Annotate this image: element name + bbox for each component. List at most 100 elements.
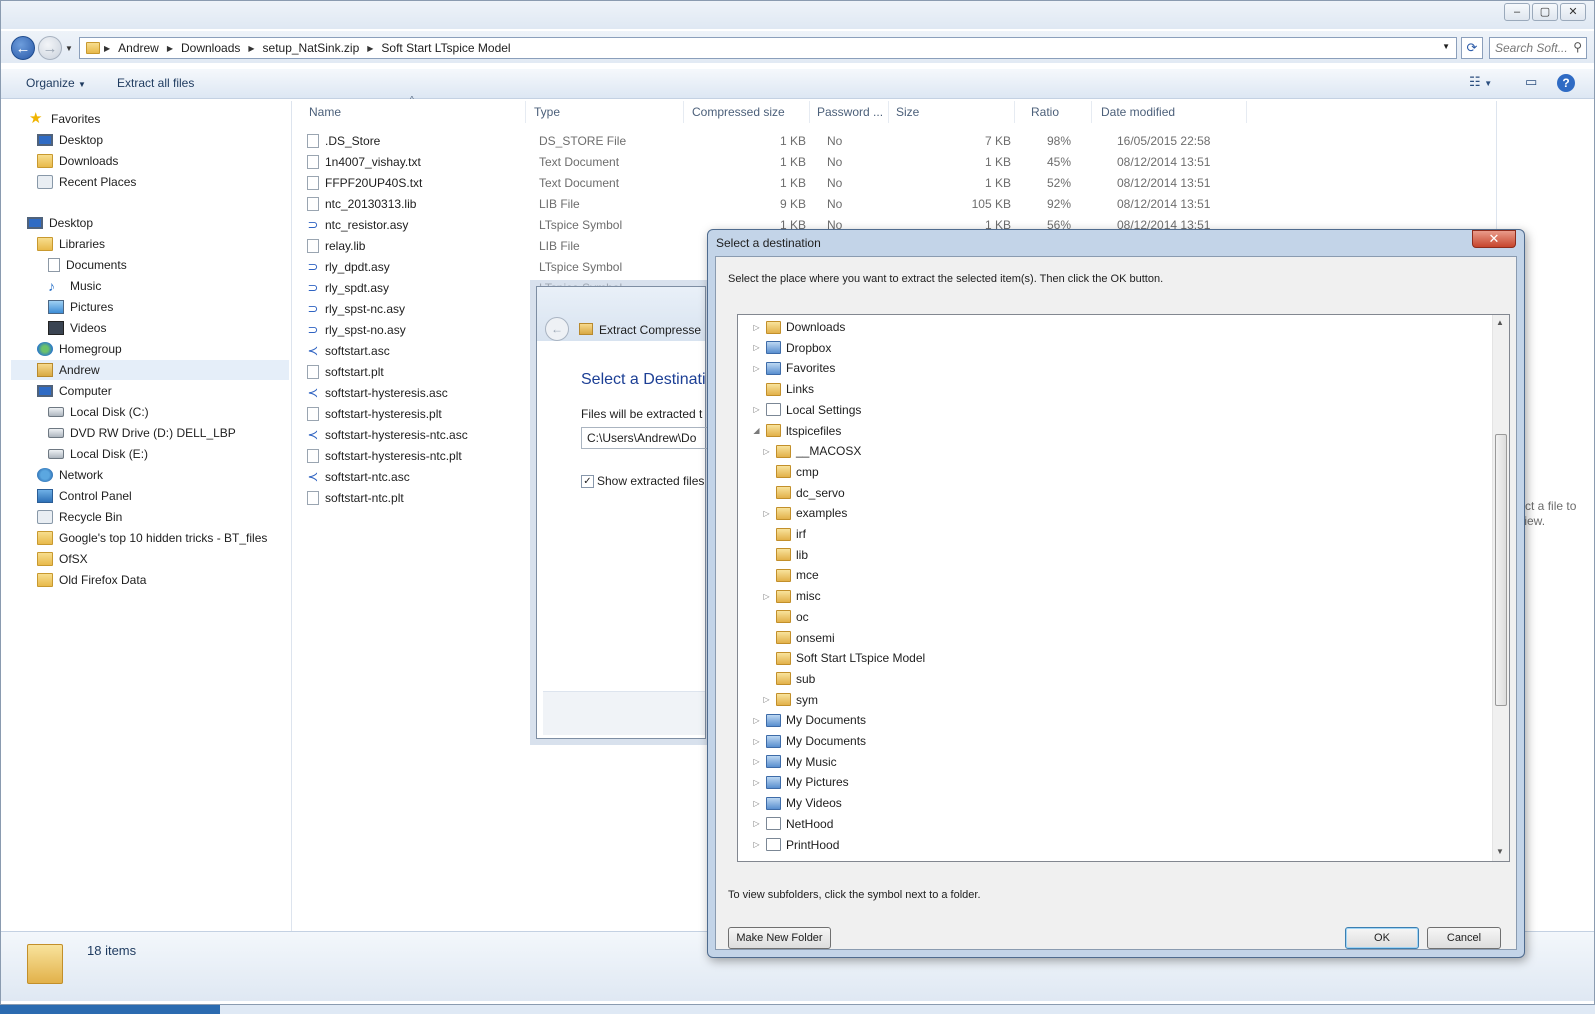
nav-ofsx[interactable]: OfSX (37, 549, 88, 569)
nav-music[interactable]: ♪ Music (48, 276, 101, 296)
column-divider[interactable] (809, 101, 810, 123)
tree-folder[interactable]: ▷ Favorites (752, 358, 835, 378)
breadcrumb-andrew[interactable]: Andrew (114, 41, 163, 55)
file-row[interactable]: .DS_Store DS_STORE File 1 KB No 7 KB 98% 16/05… (301, 131, 1210, 151)
tree-folder[interactable]: lib (762, 545, 808, 565)
nav-favorites[interactable]: ★ Favorites (29, 109, 100, 129)
expand-arrow-icon[interactable]: ▷ (752, 737, 761, 746)
tree-folder[interactable]: irf (762, 524, 806, 544)
breadcrumb-downloads[interactable]: Downloads (177, 41, 244, 55)
expand-arrow-icon[interactable]: ▷ (752, 364, 761, 373)
tree-folder[interactable]: ▷ My Documents (752, 710, 866, 730)
expand-arrow-icon[interactable]: ▷ (752, 343, 761, 352)
file-row[interactable]: ntc_20130313.lib LIB File 9 KB No 105 KB 92% 0… (301, 194, 1210, 214)
file-row[interactable]: 1n4007_vishay.txt Text Document 1 KB No 1 KB… (301, 152, 1210, 172)
column-compressed-size[interactable]: Compressed size (692, 105, 785, 119)
tree-folder[interactable]: ▷ NetHood (752, 814, 833, 834)
back-button[interactable]: ← (11, 36, 35, 60)
nav-videos[interactable]: Videos (48, 318, 106, 338)
chevron-right-icon[interactable]: ▶ (363, 44, 377, 53)
nav-recent-places[interactable]: Recent Places (37, 172, 136, 192)
expand-arrow-icon[interactable]: ▷ (752, 819, 761, 828)
pane-divider[interactable] (291, 101, 292, 931)
scroll-thumb[interactable] (1495, 434, 1507, 706)
scroll-up-icon[interactable]: ▲ (1496, 318, 1504, 327)
nav-network[interactable]: Network (37, 465, 103, 485)
back-button[interactable]: ← (545, 317, 569, 341)
tree-folder[interactable]: cmp (762, 462, 819, 482)
cancel-button[interactable]: Cancel (1427, 927, 1501, 949)
expand-arrow-icon[interactable]: ▷ (762, 509, 771, 518)
nav-local-disk-c[interactable]: Local Disk (C:) (48, 402, 149, 422)
close-button[interactable]: ✕ (1560, 3, 1586, 21)
column-ratio[interactable]: Ratio (1031, 105, 1059, 119)
nav-homegroup[interactable]: Homegroup (37, 339, 122, 359)
ok-button[interactable]: OK (1345, 927, 1419, 949)
preview-pane-icon[interactable]: ▭ (1525, 74, 1537, 90)
nav-pictures[interactable]: Pictures (48, 297, 113, 317)
tree-folder[interactable]: ▷ My Music (752, 752, 836, 772)
tree-folder[interactable]: ▷ __MACOSX (762, 441, 861, 461)
tree-folder[interactable]: ▷ My Pictures (752, 772, 848, 792)
nav-desktop[interactable]: Desktop (27, 213, 93, 233)
nav-local-disk-e[interactable]: Local Disk (E:) (48, 444, 148, 464)
nav-desktop-fav[interactable]: Desktop (37, 130, 103, 150)
tree-folder[interactable]: oc (762, 607, 809, 627)
expand-arrow-icon[interactable]: ▷ (752, 716, 761, 725)
expand-arrow-icon[interactable]: ▷ (762, 447, 771, 456)
tree-folder[interactable]: ▷ sym (762, 690, 818, 710)
organize-button[interactable]: Organize ▼ (26, 76, 86, 90)
expand-arrow-icon[interactable]: ▷ (752, 799, 761, 808)
chevron-right-icon[interactable]: ▶ (163, 44, 177, 53)
minimize-button[interactable]: – (1504, 3, 1530, 21)
address-dropdown-icon[interactable]: ▼ (1442, 42, 1450, 51)
tree-folder[interactable]: Soft Start LTspice Model (762, 648, 925, 668)
expand-arrow-icon[interactable]: ▷ (752, 757, 761, 766)
column-divider[interactable] (1014, 101, 1015, 123)
tree-folder[interactable]: ▷ examples (762, 503, 847, 523)
tree-folder[interactable]: sub (762, 669, 815, 689)
maximize-button[interactable]: ▢ (1532, 3, 1558, 21)
nav-downloads[interactable]: Downloads (37, 151, 118, 171)
file-row[interactable]: FFPF20UP40S.txt Text Document 1 KB No 1 KB 52… (301, 173, 1210, 193)
tree-folder[interactable]: dc_servo (762, 483, 845, 503)
nav-google-tricks[interactable]: Google's top 10 hidden tricks - BT_files (37, 528, 267, 548)
view-options-icon[interactable]: ☷ ▼ (1469, 74, 1492, 90)
search-icon[interactable]: ⚲ (1573, 40, 1582, 54)
expand-arrow-icon[interactable]: ▷ (762, 695, 771, 704)
expand-arrow-icon[interactable]: ▷ (752, 840, 761, 849)
tree-folder[interactable]: ▷ PrintHood (752, 835, 839, 855)
tree-folder[interactable]: Links (752, 379, 814, 399)
nav-recycle-bin[interactable]: Recycle Bin (37, 507, 122, 527)
column-divider[interactable] (888, 101, 889, 123)
column-size[interactable]: Size (896, 105, 919, 119)
tree-folder[interactable]: ▷ Downloads (752, 317, 845, 337)
expand-arrow-icon[interactable]: ◢ (752, 426, 761, 435)
column-divider[interactable] (1091, 101, 1092, 123)
forward-button[interactable]: → (38, 36, 62, 60)
breadcrumb-zip[interactable]: setup_NatSink.zip (259, 41, 364, 55)
expand-arrow-icon[interactable]: ▷ (752, 405, 761, 414)
expand-arrow-icon[interactable]: ▷ (762, 592, 771, 601)
destination-path-input[interactable]: C:\Users\Andrew\Do (581, 427, 721, 449)
tree-scrollbar[interactable]: ▲ ▼ (1492, 315, 1509, 861)
tree-folder[interactable]: ▷ Dropbox (752, 338, 831, 358)
recent-pages-dropdown[interactable]: ▼ (65, 44, 73, 53)
extract-all-button[interactable]: Extract all files (117, 76, 194, 90)
column-date-modified[interactable]: Date modified (1101, 105, 1175, 119)
tree-folder[interactable]: onsemi (762, 628, 835, 648)
tree-folder[interactable]: ▷ My Documents (752, 731, 866, 751)
tree-folder[interactable]: ◢ ltspicefiles (752, 421, 841, 441)
tree-folder[interactable]: ▷ My Videos (752, 793, 841, 813)
make-new-folder-button[interactable]: Make New Folder (728, 927, 831, 949)
address-bar[interactable]: ▶ Andrew ▶ Downloads ▶ setup_NatSink.zip… (79, 37, 1457, 59)
help-icon[interactable]: ? (1557, 74, 1575, 92)
expand-arrow-icon[interactable]: ▷ (752, 778, 761, 787)
column-password[interactable]: Password ... (817, 105, 883, 119)
nav-documents[interactable]: Documents (48, 255, 127, 275)
scroll-down-icon[interactable]: ▼ (1496, 847, 1504, 856)
nav-old-firefox[interactable]: Old Firefox Data (37, 570, 146, 590)
refresh-button[interactable]: ⟳ (1461, 37, 1483, 59)
column-name[interactable]: Name (309, 105, 341, 119)
breadcrumb-current[interactable]: Soft Start LTspice Model (377, 41, 514, 55)
